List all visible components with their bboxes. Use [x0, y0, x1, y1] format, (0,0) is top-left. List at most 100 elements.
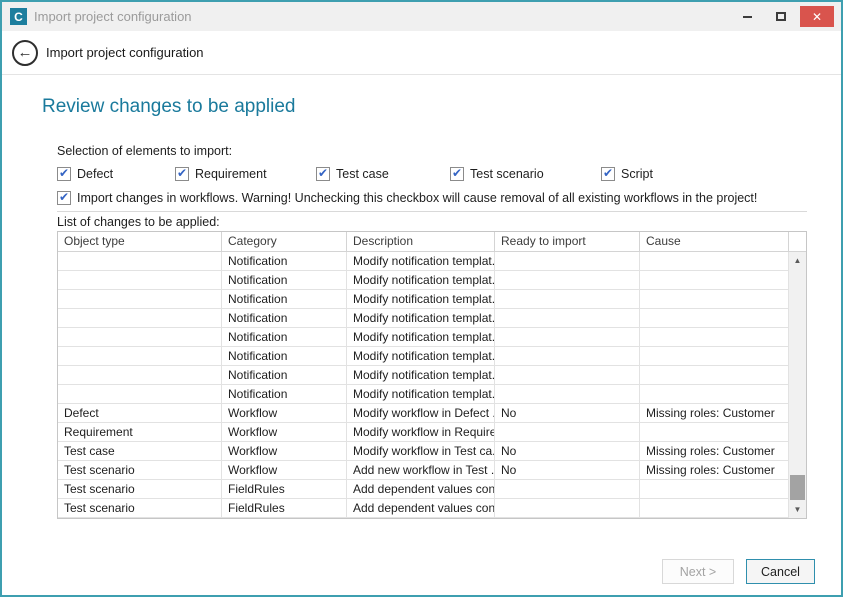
selection-label: Selection of elements to import: — [57, 144, 232, 158]
table-row[interactable]: NotificationModify notification templat.… — [58, 252, 789, 271]
cell-object-type: Test scenario — [58, 499, 222, 517]
cell-description: Modify notification templat... — [347, 271, 495, 289]
cell-description: Modify workflow in Require... — [347, 423, 495, 441]
grid-rows: NotificationModify notification templat.… — [58, 252, 789, 518]
cell-category: Workflow — [222, 461, 347, 479]
cell-category: FieldRules — [222, 480, 347, 498]
table-row[interactable]: RequirementWorkflowModify workflow in Re… — [58, 423, 789, 442]
table-row[interactable]: NotificationModify notification templat.… — [58, 309, 789, 328]
checkbox-box: ✔ — [57, 191, 71, 205]
cancel-button[interactable]: Cancel — [746, 559, 815, 584]
scroll-down-button[interactable]: ▼ — [789, 501, 806, 518]
check-icon: ✔ — [603, 167, 613, 179]
back-arrow-icon: ← — [18, 44, 33, 61]
check-icon: ✔ — [318, 167, 328, 179]
cell-cause — [640, 499, 789, 517]
checkbox-label: Defect — [77, 167, 113, 181]
checkbox-box: ✔ — [57, 167, 71, 181]
maximize-icon — [776, 12, 786, 21]
cell-ready-to-import: No — [495, 404, 640, 422]
cell-category: Workflow — [222, 404, 347, 422]
cell-object-type: Requirement — [58, 423, 222, 441]
table-row[interactable]: Test scenarioWorkflowAdd new workflow in… — [58, 461, 789, 480]
table-row[interactable]: NotificationModify notification templat.… — [58, 366, 789, 385]
window-title: Import project configuration — [34, 9, 192, 24]
column-header-description[interactable]: Description — [347, 232, 495, 251]
table-row[interactable]: Test scenarioFieldRulesAdd dependent val… — [58, 499, 789, 518]
cell-cause: Missing roles: Customer — [640, 461, 789, 479]
checkbox-test-scenario[interactable]: ✔Test scenario — [450, 167, 601, 181]
cell-ready-to-import — [495, 385, 640, 403]
table-row[interactable]: DefectWorkflowModify workflow in Defect … — [58, 404, 789, 423]
scroll-up-icon: ▲ — [794, 256, 802, 265]
import-configuration-window: C Import project configuration ✕ ← Impor… — [0, 0, 843, 597]
cell-ready-to-import: No — [495, 461, 640, 479]
grid-header: Object typeCategoryDescriptionReady to i… — [58, 232, 806, 252]
checkbox-box: ✔ — [316, 167, 330, 181]
cell-ready-to-import — [495, 366, 640, 384]
cell-object-type — [58, 309, 222, 327]
cell-object-type — [58, 385, 222, 403]
scroll-down-icon: ▼ — [794, 505, 802, 514]
checkbox-label: Test case — [336, 167, 389, 181]
window-controls: ✕ — [732, 6, 841, 27]
minimize-button[interactable] — [732, 6, 762, 27]
cell-ready-to-import: No — [495, 442, 640, 460]
divider — [57, 211, 807, 212]
scroll-up-button[interactable]: ▲ — [789, 252, 806, 269]
cell-category: Notification — [222, 366, 347, 384]
back-button[interactable]: ← — [12, 40, 38, 66]
table-row[interactable]: NotificationModify notification templat.… — [58, 347, 789, 366]
page-title: Review changes to be applied — [42, 96, 296, 118]
table-row[interactable]: NotificationModify notification templat.… — [58, 271, 789, 290]
scroll-thumb[interactable] — [790, 475, 805, 500]
cell-cause — [640, 366, 789, 384]
nav-header: ← Import project configuration — [2, 31, 841, 75]
column-header-ready-to-import[interactable]: Ready to import — [495, 232, 640, 251]
cell-cause — [640, 423, 789, 441]
cell-cause: Missing roles: Customer — [640, 404, 789, 422]
check-icon: ✔ — [59, 167, 69, 179]
cell-cause — [640, 290, 789, 308]
check-icon: ✔ — [177, 167, 187, 179]
cell-ready-to-import — [495, 271, 640, 289]
checkbox-script[interactable]: ✔Script — [601, 167, 653, 181]
cell-cause — [640, 271, 789, 289]
checkbox-test-case[interactable]: ✔ Test case — [316, 167, 450, 181]
close-button[interactable]: ✕ — [800, 6, 834, 27]
checkbox-import-workflows[interactable]: ✔ Import changes in workflows. Warning! … — [57, 191, 757, 205]
table-row[interactable]: Test caseWorkflowModify workflow in Test… — [58, 442, 789, 461]
cell-cause — [640, 347, 789, 365]
maximize-button[interactable] — [766, 6, 796, 27]
grid-main: NotificationModify notification templat.… — [58, 252, 806, 518]
cell-category: Notification — [222, 252, 347, 270]
column-header-category[interactable]: Category — [222, 232, 347, 251]
checkbox-defect[interactable]: ✔ Defect — [57, 167, 175, 181]
cell-category: Notification — [222, 290, 347, 308]
cell-category: Notification — [222, 309, 347, 327]
cell-description: Add dependent values con... — [347, 499, 495, 517]
cell-object-type — [58, 347, 222, 365]
cell-object-type — [58, 252, 222, 270]
cell-object-type — [58, 366, 222, 384]
checkbox-requirement[interactable]: ✔Requirement — [175, 167, 316, 181]
cell-category: Notification — [222, 385, 347, 403]
cell-object-type: Defect — [58, 404, 222, 422]
next-button[interactable]: Next > — [662, 559, 734, 584]
vertical-scrollbar[interactable]: ▲ ▼ — [789, 252, 806, 518]
table-row[interactable]: Test scenarioFieldRulesAdd dependent val… — [58, 480, 789, 499]
cell-object-type: Test scenario — [58, 480, 222, 498]
table-row[interactable]: NotificationModify notification templat.… — [58, 328, 789, 347]
column-header-cause[interactable]: Cause — [640, 232, 789, 251]
checkbox-box: ✔ — [450, 167, 464, 181]
table-row[interactable]: NotificationModify notification templat.… — [58, 385, 789, 404]
nav-title: Import project configuration — [46, 45, 204, 60]
cell-description: Modify notification templat... — [347, 309, 495, 327]
cell-description: Modify notification templat... — [347, 385, 495, 403]
check-icon: ✔ — [59, 191, 69, 203]
column-header-object-type[interactable]: Object type — [58, 232, 222, 251]
cell-category: Notification — [222, 328, 347, 346]
table-row[interactable]: NotificationModify notification templat.… — [58, 290, 789, 309]
cell-description: Modify notification templat... — [347, 290, 495, 308]
minimize-icon — [743, 16, 752, 18]
